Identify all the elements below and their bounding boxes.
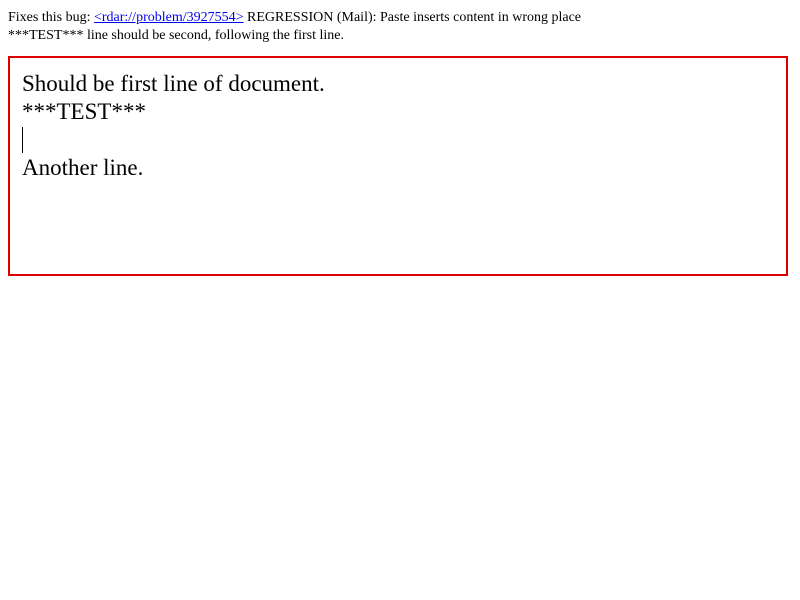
document-line-2: ***TEST*** [22,99,146,124]
bug-prefix-text: Fixes this bug: [8,10,94,25]
bug-description: Fixes this bug: <rdar://problem/3927554>… [8,9,581,45]
bug-link[interactable]: <rdar://problem/3927554> [94,10,244,25]
document-line-1: Should be first line of document. [22,71,325,96]
bug-title-text: REGRESSION (Mail): Paste inserts content… [243,10,582,25]
text-caret [22,127,23,153]
bug-description-line-2: ***TEST*** line should be second, follow… [8,28,344,43]
document-line-4: Another line. [22,155,144,180]
bug-description-line-1: Fixes this bug: <rdar://problem/3927554>… [8,9,581,27]
editable-document[interactable]: Should be first line of document. ***TES… [8,56,788,276]
document-line-3-caret [22,126,774,154]
